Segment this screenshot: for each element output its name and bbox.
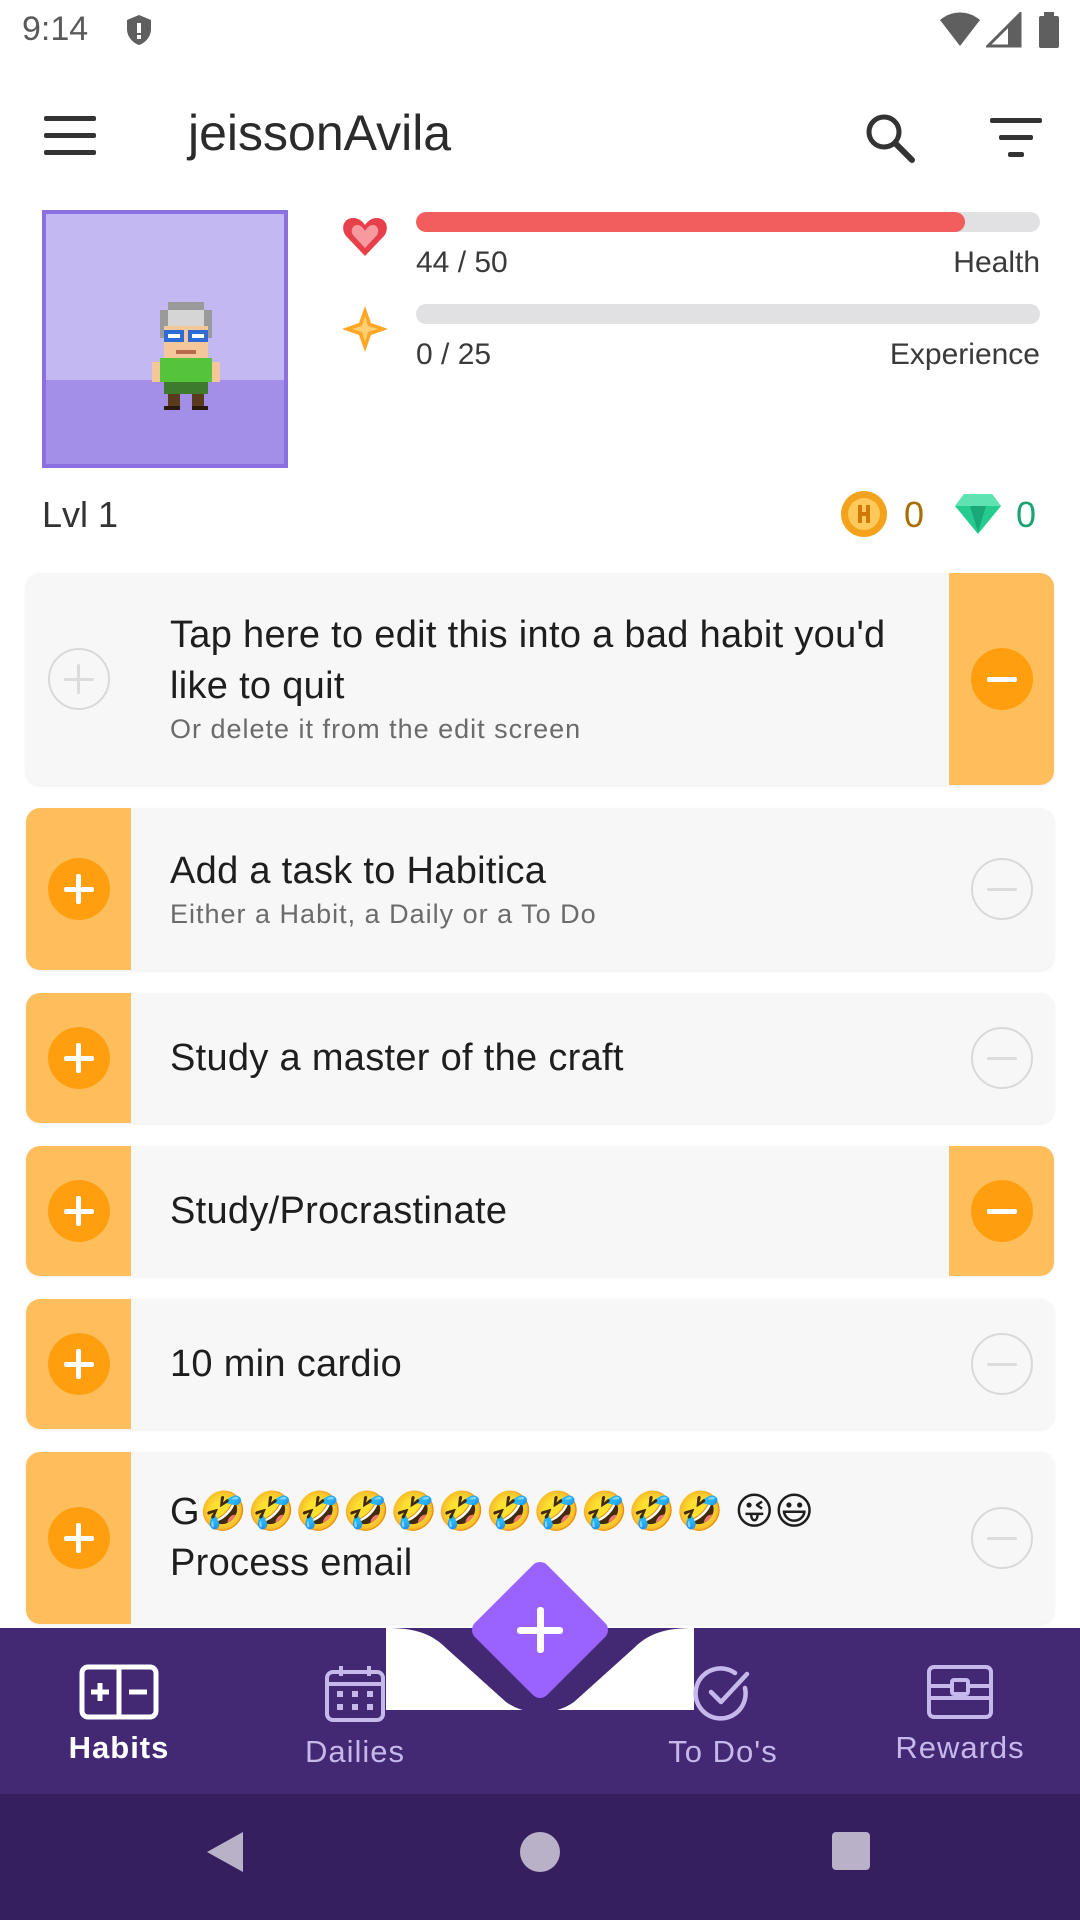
habit-negative-button[interactable]	[949, 993, 1054, 1123]
habit-positive-button[interactable]	[26, 1299, 131, 1429]
habit-notes: Or delete it from the edit screen	[170, 714, 582, 744]
health-bar	[416, 212, 1040, 232]
shield-icon	[127, 15, 151, 45]
gold-value: 0	[904, 494, 925, 535]
habit-text: 10 min cardio	[170, 1339, 924, 1390]
gold-coin-icon	[841, 491, 887, 537]
habit-positive-button[interactable]	[26, 993, 131, 1123]
habit-title: Add a task to Habitica	[170, 850, 547, 892]
tab-rewards[interactable]: Rewards	[860, 1664, 1060, 1784]
status-time: 9:14	[22, 10, 89, 48]
system-navigation-bar	[0, 1794, 1080, 1920]
plus-icon	[47, 1027, 110, 1089]
habit-notes: Either a Habit, a Daily or a To Do	[170, 899, 597, 929]
avatar-sprite	[152, 302, 220, 410]
chest-icon	[927, 1665, 993, 1719]
search-icon[interactable]	[862, 110, 918, 166]
health-bar-fill	[416, 212, 966, 232]
habit-title: 10 min cardio	[170, 1343, 403, 1385]
habit-card[interactable]: 10 min cardio	[26, 1299, 1054, 1429]
minus-icon	[970, 858, 1033, 920]
experience-stat: 0 / 25 Experience	[340, 304, 1040, 374]
habit-card[interactable]: Study/Procrastinate	[26, 1146, 1054, 1276]
page-title: jeissonAvila	[188, 105, 452, 161]
tab-rewards-label: Rewards	[895, 1730, 1025, 1765]
check-circle-icon	[693, 1666, 750, 1721]
habit-negative-button[interactable]	[949, 573, 1054, 785]
back-icon[interactable]	[205, 1830, 245, 1874]
plus-icon	[47, 858, 110, 920]
add-task-button[interactable]	[467, 1557, 613, 1703]
experience-label: Experience	[889, 338, 1040, 371]
habits-icon	[79, 1664, 159, 1720]
habit-text: Study/Procrastinate	[170, 1186, 924, 1237]
tab-todos-label: To Do's	[668, 1734, 778, 1769]
battery-icon	[1039, 12, 1059, 48]
signal-icon	[986, 12, 1022, 48]
plus-icon	[47, 1507, 110, 1569]
habit-title: Study/Procrastinate	[170, 1190, 508, 1232]
status-bar: 9:14	[0, 0, 1080, 64]
habit-positive-button[interactable]	[26, 1452, 131, 1624]
plus-icon	[47, 1180, 110, 1242]
minus-icon	[970, 1027, 1033, 1089]
habit-card[interactable]: Add a task to Habitica Either a Habit, a …	[26, 808, 1054, 970]
star-icon	[342, 306, 388, 352]
recents-icon[interactable]	[832, 1832, 870, 1870]
heart-icon	[343, 218, 387, 256]
habit-text: Tap here to edit this into a bad habit y…	[170, 610, 924, 745]
level-label: Lvl 1	[42, 494, 119, 535]
health-label: Health	[953, 246, 1040, 279]
plus-icon	[47, 648, 110, 710]
wifi-icon	[940, 12, 980, 46]
tab-dailies[interactable]: Dailies	[255, 1664, 455, 1784]
habit-title: G🤣🤣🤣🤣🤣🤣🤣🤣🤣🤣🤣 😜😃	[170, 1491, 815, 1533]
experience-bar	[416, 304, 1040, 324]
tab-habits[interactable]: Habits	[19, 1664, 219, 1784]
filter-icon[interactable]	[990, 118, 1042, 158]
habit-negative-button[interactable]	[949, 808, 1054, 970]
app-bar: jeissonAvila	[0, 64, 1080, 204]
experience-value: 0 / 25	[416, 338, 492, 371]
minus-icon	[970, 648, 1033, 710]
habit-positive-button[interactable]	[26, 1146, 131, 1276]
add-icon-vertical	[536, 1607, 544, 1653]
gem-value: 0	[1016, 494, 1037, 535]
habit-negative-button[interactable]	[949, 1146, 1054, 1276]
habit-negative-button[interactable]	[949, 1299, 1054, 1429]
minus-icon	[970, 1333, 1033, 1395]
habit-title: Tap here to edit this into a bad habit y…	[170, 614, 886, 707]
habit-text: Add a task to Habitica Either a Habit, a …	[170, 846, 924, 930]
tab-todos[interactable]: To Do's	[623, 1664, 823, 1784]
habit-positive-button[interactable]	[26, 808, 131, 970]
avatar[interactable]	[42, 210, 288, 468]
tab-habits-label: Habits	[68, 1730, 170, 1765]
health-stat: 44 / 50 Health	[340, 212, 1040, 282]
calendar-icon	[325, 1666, 385, 1722]
tab-dailies-label: Dailies	[304, 1734, 406, 1769]
menu-icon[interactable]	[44, 116, 96, 156]
habit-card[interactable]: Tap here to edit this into a bad habit y…	[26, 573, 1054, 785]
home-icon[interactable]	[520, 1832, 560, 1872]
habit-negative-button[interactable]	[949, 1452, 1054, 1624]
health-value: 44 / 50	[416, 246, 508, 279]
habit-positive-button[interactable]	[26, 573, 131, 785]
habit-card[interactable]: Study a master of the craft	[26, 993, 1054, 1123]
minus-icon	[970, 1180, 1033, 1242]
habit-text: Study a master of the craft	[170, 1033, 924, 1084]
minus-icon	[970, 1507, 1033, 1569]
plus-icon	[47, 1333, 110, 1395]
habit-title: Study a master of the craft	[170, 1037, 624, 1079]
gem-icon	[955, 494, 1001, 534]
